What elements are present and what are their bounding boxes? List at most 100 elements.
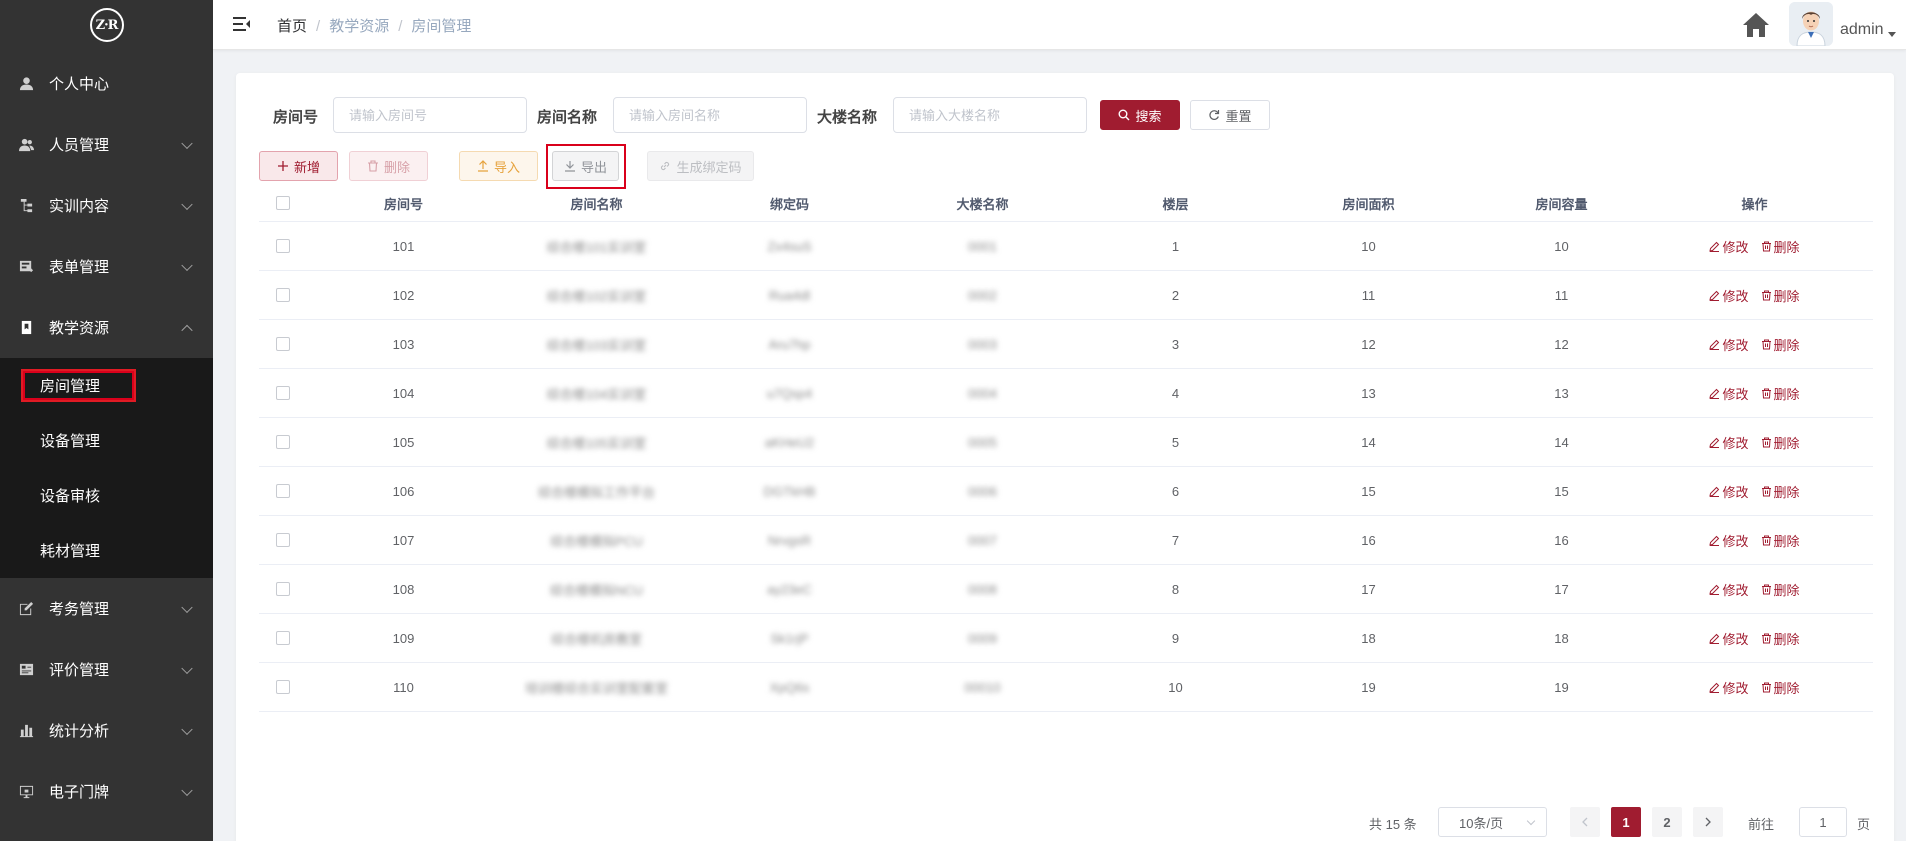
page-button-1[interactable]: 1 bbox=[1611, 807, 1641, 837]
cell-room-no: 107 bbox=[307, 516, 500, 564]
edit-link[interactable]: 修改 bbox=[1709, 531, 1749, 550]
menu-item-training-content[interactable]: 实训内容 bbox=[0, 175, 213, 236]
cell-capacity: 17 bbox=[1465, 565, 1658, 613]
delete-link[interactable]: 删除 bbox=[1761, 482, 1800, 501]
export-button[interactable]: 导出 bbox=[552, 151, 619, 181]
menu-item-personal-center[interactable]: 个人中心 bbox=[0, 53, 213, 114]
search-button[interactable]: 搜索 bbox=[1100, 100, 1180, 130]
edit-link[interactable]: 修改 bbox=[1709, 384, 1749, 403]
row-checkbox[interactable] bbox=[276, 337, 290, 351]
delete-button[interactable]: 删除 bbox=[349, 151, 428, 181]
collapse-menu-icon[interactable] bbox=[233, 16, 251, 32]
total-count: 共 15 条 bbox=[1369, 817, 1417, 832]
menu-item-personnel[interactable]: 人员管理 bbox=[0, 114, 213, 175]
table-row: 104 综合楼104实训室 u7Qsp4 0004 4 13 13 修改 删除 bbox=[259, 369, 1873, 418]
cell-name: 综合楼机房教室 bbox=[500, 614, 693, 662]
goto-page-input[interactable] bbox=[1799, 807, 1847, 837]
cell-value: 18 bbox=[1554, 630, 1569, 646]
cell-building: 0005 bbox=[886, 418, 1079, 466]
delete-label: 删除 bbox=[1773, 680, 1800, 696]
menu-item-evaluation[interactable]: 评价管理 bbox=[0, 639, 213, 700]
edit-label: 修改 bbox=[1722, 484, 1749, 500]
delete-link[interactable]: 删除 bbox=[1761, 237, 1800, 256]
edit-label: 修改 bbox=[1722, 386, 1749, 402]
cell-value: 102 bbox=[392, 287, 415, 303]
import-button[interactable]: 导入 bbox=[459, 151, 538, 181]
delete-link[interactable]: 删除 bbox=[1761, 678, 1800, 697]
cell-value: 19 bbox=[1361, 679, 1376, 695]
row-checkbox[interactable] bbox=[276, 288, 290, 302]
edit-link[interactable]: 修改 bbox=[1709, 678, 1749, 697]
add-button[interactable]: 新增 bbox=[259, 151, 338, 181]
submenu-item-room-management[interactable]: 房间管理 bbox=[0, 358, 213, 413]
generate-binding-code-label: 生成绑定码 bbox=[676, 159, 742, 175]
trash-icon bbox=[1761, 290, 1771, 300]
row-checkbox[interactable] bbox=[276, 582, 290, 596]
edit-link[interactable]: 修改 bbox=[1709, 335, 1749, 354]
trash-icon bbox=[1761, 633, 1771, 643]
delete-link[interactable]: 删除 bbox=[1761, 531, 1800, 550]
chevron-down-icon bbox=[181, 137, 193, 149]
reset-button[interactable]: 重置 bbox=[1190, 100, 1270, 130]
delete-link[interactable]: 删除 bbox=[1761, 384, 1800, 403]
column-header: 房间名称 bbox=[570, 196, 623, 212]
breadcrumb-home[interactable]: 首页 bbox=[277, 18, 307, 35]
page-size-select[interactable]: 10条/页 bbox=[1438, 807, 1547, 837]
trash-icon bbox=[1761, 584, 1771, 594]
users-icon bbox=[18, 137, 34, 153]
page-button-2[interactable]: 2 bbox=[1652, 807, 1682, 837]
prev-page-button[interactable] bbox=[1570, 807, 1600, 837]
edit-link[interactable]: 修改 bbox=[1709, 237, 1749, 256]
cell-value: 2 bbox=[1171, 287, 1180, 303]
avatar[interactable] bbox=[1789, 2, 1833, 46]
edit-link[interactable]: 修改 bbox=[1709, 433, 1749, 452]
trash-icon bbox=[1761, 241, 1771, 251]
menu-item-teaching-resources[interactable]: 教学资源 bbox=[0, 297, 213, 358]
delete-link[interactable]: 删除 bbox=[1761, 580, 1800, 599]
cell-value: Rua4dl bbox=[768, 287, 811, 303]
row-checkbox[interactable] bbox=[276, 386, 290, 400]
menu-label: 电子门牌 bbox=[49, 784, 110, 801]
add-button-label: 新增 bbox=[293, 159, 320, 175]
delete-link[interactable]: 删除 bbox=[1761, 629, 1800, 648]
edit-link[interactable]: 修改 bbox=[1709, 286, 1749, 305]
generate-binding-code-button[interactable]: 生成绑定码 bbox=[647, 151, 754, 181]
room-no-input[interactable] bbox=[333, 97, 527, 133]
home-icon[interactable] bbox=[1742, 12, 1770, 38]
row-checkbox[interactable] bbox=[276, 484, 290, 498]
delete-label: 删除 bbox=[1773, 386, 1800, 402]
cell-value: 综合楼模拟NCU bbox=[549, 582, 644, 598]
cell-floor: 5 bbox=[1079, 418, 1272, 466]
select-all-checkbox[interactable] bbox=[276, 196, 290, 210]
delete-link[interactable]: 删除 bbox=[1761, 335, 1800, 354]
row-checkbox[interactable] bbox=[276, 239, 290, 253]
edit-link[interactable]: 修改 bbox=[1709, 629, 1749, 648]
row-checkbox[interactable] bbox=[276, 435, 290, 449]
delete-link[interactable]: 删除 bbox=[1761, 433, 1800, 452]
menu-item-statistics[interactable]: 统计分析 bbox=[0, 700, 213, 761]
cell-area: 18 bbox=[1272, 614, 1465, 662]
cell-floor: 6 bbox=[1079, 467, 1272, 515]
row-select-cell bbox=[259, 369, 307, 417]
menu-item-exam-affairs[interactable]: 考务管理 bbox=[0, 578, 213, 639]
cell-capacity: 10 bbox=[1465, 222, 1658, 270]
submenu-item-device-management[interactable]: 设备管理 bbox=[0, 413, 213, 468]
username-dropdown[interactable]: admin bbox=[1840, 21, 1896, 39]
monitor-icon bbox=[18, 784, 34, 800]
edit-link[interactable]: 修改 bbox=[1709, 580, 1749, 599]
edit-link[interactable]: 修改 bbox=[1709, 482, 1749, 501]
chevron-down-icon bbox=[1526, 816, 1536, 826]
delete-link[interactable]: 删除 bbox=[1761, 286, 1800, 305]
cell-building: 0009 bbox=[886, 614, 1079, 662]
row-checkbox[interactable] bbox=[276, 680, 290, 694]
menu-item-door-sign[interactable]: 电子门牌 bbox=[0, 761, 213, 822]
cell-building: 0002 bbox=[886, 271, 1079, 319]
row-checkbox[interactable] bbox=[276, 631, 290, 645]
menu-item-form-management[interactable]: 表单管理 bbox=[0, 236, 213, 297]
next-page-button[interactable] bbox=[1693, 807, 1723, 837]
building-name-input[interactable] bbox=[893, 97, 1087, 133]
room-name-input[interactable] bbox=[613, 97, 807, 133]
row-checkbox[interactable] bbox=[276, 533, 290, 547]
submenu-item-device-review[interactable]: 设备审核 bbox=[0, 468, 213, 523]
submenu-item-consumables[interactable]: 耗材管理 bbox=[0, 523, 213, 578]
